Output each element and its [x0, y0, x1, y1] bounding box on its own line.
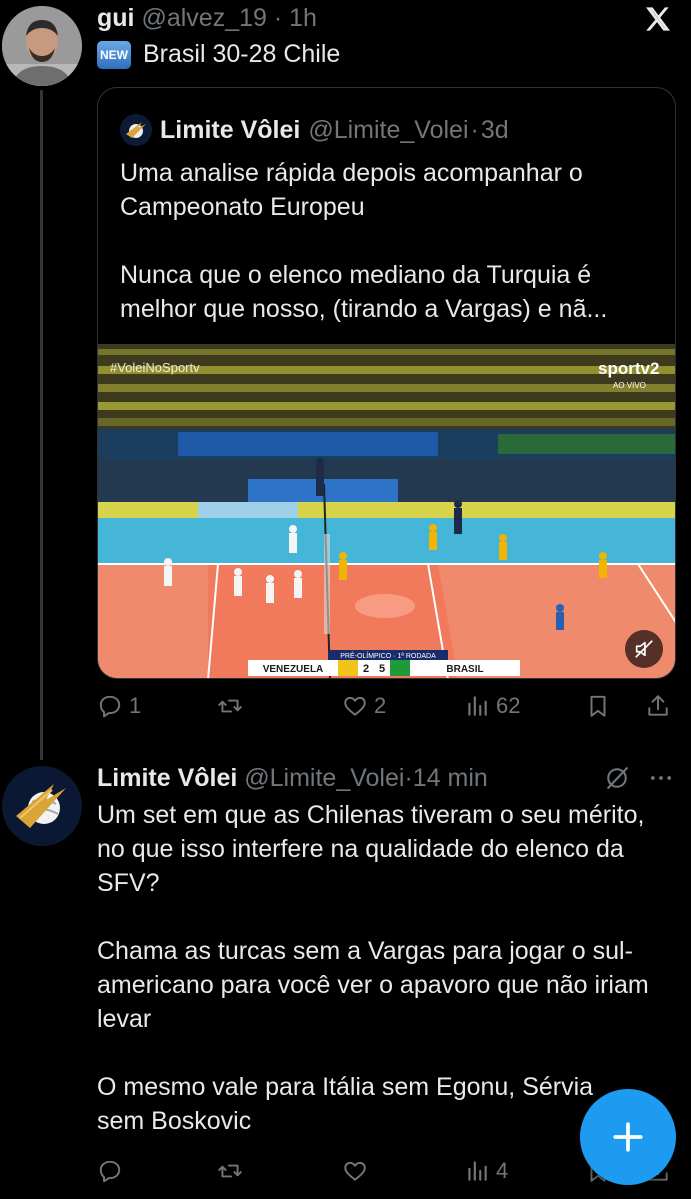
timestamp[interactable]: 1h	[289, 4, 317, 32]
reply-icon	[99, 1160, 121, 1183]
quote-timestamp[interactable]: 3d	[481, 116, 509, 145]
reply-button[interactable]: 1	[97, 693, 141, 719]
quote-paragraph: Nunca que o elenco mediano da Turquia é …	[120, 261, 608, 323]
quote-paragraph: Uma analise rápida depois acompanhar o C…	[120, 159, 583, 221]
separator: ·	[470, 115, 479, 144]
heart-icon	[344, 1161, 366, 1181]
like-button[interactable]: 2	[342, 693, 386, 719]
views-count: 62	[496, 693, 521, 718]
volleyball-scene: #VoleiNoSportv sportv2 AO VIVO PRÉ-OLÍMP…	[98, 344, 675, 678]
like-count: 2	[374, 693, 387, 718]
share-button[interactable]	[645, 693, 671, 719]
compose-button[interactable]	[580, 1089, 676, 1185]
quote-avatar[interactable]	[120, 114, 152, 146]
views-button[interactable]: 62	[464, 693, 520, 719]
tweet-body: Brasil 30-28 Chile	[143, 40, 341, 68]
tweet-paragraph: O mesmo vale para Itália sem Egonu, Sérv…	[97, 1073, 594, 1135]
mute-button[interactable]	[625, 630, 663, 668]
reply-icon	[99, 695, 121, 718]
tweet1-header: gui @alvez_19 · 1h	[97, 4, 317, 33]
grok-icon[interactable]	[603, 764, 631, 792]
retweet-button[interactable]	[217, 1158, 249, 1184]
tweet-paragraph: Um set em que as Chilenas tiveram o seu …	[97, 801, 645, 897]
analytics-icon	[468, 1161, 487, 1181]
heart-icon	[344, 696, 366, 716]
author-handle[interactable]: @alvez_19	[141, 4, 266, 32]
separator: ·	[404, 764, 413, 792]
tweet-paragraph: Chama as turcas sem a Vargas para jogar …	[97, 937, 649, 1033]
avatar-limite-volei[interactable]	[2, 766, 82, 846]
retweet-icon	[218, 1164, 242, 1178]
media-hashtag: #VoleiNoSportv	[110, 360, 200, 375]
author-handle[interactable]: @Limite_Volei	[244, 764, 404, 792]
tweet2-header: Limite Vôlei @Limite_Volei·14 min	[97, 764, 488, 793]
tweet1-text: NEW Brasil 30-28 Chile	[97, 40, 340, 69]
share-icon	[648, 695, 668, 716]
reply-button[interactable]	[97, 1158, 129, 1184]
x-logo-icon[interactable]	[643, 4, 673, 34]
team-left: VENEZUELA	[263, 664, 324, 675]
more-icon[interactable]	[647, 764, 675, 792]
score-stage: PRÉ-OLÍMPICO · 1ª RODADA	[340, 651, 436, 660]
channel-logo: sportv2	[598, 359, 659, 378]
author-name[interactable]: Limite Vôlei	[97, 764, 237, 792]
separator: ·	[273, 4, 283, 32]
views-count: 4	[496, 1158, 509, 1183]
live-label: AO VIVO	[613, 381, 646, 390]
quote-author-handle[interactable]: @Limite_Volei	[308, 116, 468, 145]
like-button[interactable]	[342, 1158, 374, 1184]
retweet-button[interactable]	[217, 693, 249, 719]
reply-count: 1	[129, 693, 142, 718]
quote-header: Limite Vôlei @Limite_Volei · 3d	[120, 114, 509, 146]
tweet2-body: Um set em que as Chilenas tiveram o seu …	[97, 798, 657, 1138]
mute-icon	[635, 640, 653, 658]
analytics-icon	[468, 696, 487, 716]
quote-author-name[interactable]: Limite Vôlei	[160, 116, 300, 145]
team-right: BRASIL	[446, 664, 483, 675]
avatar-gui[interactable]	[2, 6, 82, 86]
plus-icon	[613, 1122, 643, 1152]
bookmark-icon	[590, 695, 606, 717]
score-right: 5	[379, 663, 385, 675]
new-badge-icon: NEW	[97, 40, 131, 69]
views-button[interactable]: 4	[464, 1158, 508, 1184]
bookmark-button[interactable]	[585, 693, 611, 719]
quote-body: Uma analise rápida depois acompanhar o C…	[120, 156, 660, 326]
quote-tweet-card[interactable]: Limite Vôlei @Limite_Volei · 3d Uma anal…	[97, 87, 676, 679]
timestamp[interactable]: 14 min	[413, 764, 488, 792]
video-thumbnail[interactable]: #VoleiNoSportv sportv2 AO VIVO PRÉ-OLÍMP…	[98, 344, 675, 678]
retweet-icon	[218, 699, 242, 713]
score-left: 2	[363, 663, 369, 675]
tweet1-actions: 1 2 62	[97, 693, 677, 727]
author-name[interactable]: gui	[97, 4, 135, 32]
thread-connector	[40, 90, 43, 760]
